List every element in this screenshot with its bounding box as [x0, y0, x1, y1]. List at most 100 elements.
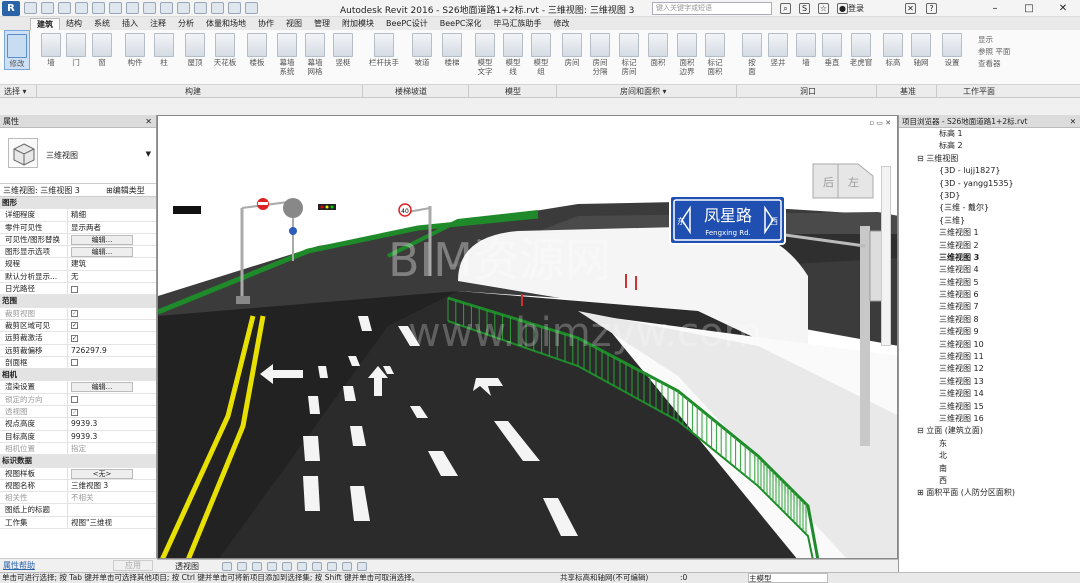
favorites-icon[interactable]: ☆ — [818, 3, 829, 14]
tab-1[interactable]: 结构 — [60, 18, 88, 30]
ribbon-tool-24[interactable]: 按 面 — [740, 30, 764, 76]
browser-item[interactable]: {3D} — [899, 190, 1080, 202]
view-mode-label[interactable]: 透视图 — [175, 561, 199, 572]
ribbon-tool-12[interactable]: 栏杆扶手 — [366, 30, 402, 67]
ribbon-tool-4[interactable]: 构件 — [122, 30, 148, 67]
detail-level-icon[interactable] — [222, 562, 232, 571]
properties-section[interactable]: 图形 — [0, 197, 156, 210]
ribbon-tool-1[interactable]: 墙 — [38, 30, 64, 67]
apply-button[interactable]: 应用 — [113, 560, 153, 571]
sun-path-icon[interactable] — [252, 562, 262, 571]
property-value[interactable]: 建筑 — [68, 258, 156, 269]
ribbon-tool-17[interactable]: 模型 组 — [528, 30, 554, 76]
browser-item[interactable]: {3D - yangg1535} — [899, 178, 1080, 190]
browser-item[interactable]: 三维视图 14 — [899, 388, 1080, 400]
property-checkbox[interactable] — [71, 359, 78, 367]
browser-item[interactable]: 东 — [899, 438, 1080, 450]
design-option-selector[interactable]: 主模型 — [748, 573, 828, 583]
edit-type-button[interactable]: ⊞编辑类型 — [106, 184, 156, 196]
ribbon-tool-25[interactable]: 竖井 — [766, 30, 790, 67]
save-icon[interactable] — [41, 2, 54, 14]
browser-item[interactable]: 三维视图 10 — [899, 339, 1080, 351]
undo-icon[interactable] — [75, 2, 88, 14]
ribbon-tool-5[interactable]: 柱 — [152, 30, 176, 67]
ribbon-tool-10[interactable]: 幕墙 网格 — [302, 30, 328, 76]
ribbon-tool-14[interactable]: 楼梯 — [438, 30, 466, 67]
open-icon[interactable] — [24, 2, 37, 14]
property-checkbox[interactable]: ✓ — [71, 310, 78, 318]
property-value[interactable]: 726297.9 — [68, 345, 156, 356]
browser-item[interactable]: 三维视图 9 — [899, 326, 1080, 338]
tab-8[interactable]: 视图 — [280, 18, 308, 30]
ribbon-tool-0[interactable]: 修改 — [4, 30, 30, 70]
user-icon[interactable]: ● — [837, 3, 848, 14]
property-checkbox[interactable]: ✓ — [71, 334, 78, 342]
ribbon-tool-23[interactable]: 标记 面积 — [702, 30, 728, 76]
browser-item[interactable]: 标高 2 — [899, 140, 1080, 152]
crop-icon[interactable] — [297, 562, 307, 571]
property-value[interactable]: 无 — [68, 271, 156, 282]
binoculars-icon[interactable]: ⌕ — [780, 3, 791, 14]
ribbon-tool-7[interactable]: 天花板 — [210, 30, 240, 67]
dimension-icon[interactable] — [143, 2, 156, 14]
navigation-bar[interactable] — [881, 166, 891, 346]
visual-style-icon[interactable] — [237, 562, 247, 571]
instance-selector[interactable]: 三维视图: 三维视图 3 — [0, 184, 106, 196]
ribbon-group-label[interactable]: 楼梯坡道 — [395, 86, 427, 97]
app-menu-button[interactable]: R — [2, 1, 20, 16]
browser-item[interactable]: 三维视图 5 — [899, 277, 1080, 289]
property-value[interactable]: 指定 — [68, 443, 156, 454]
ribbon-group-label[interactable]: 房间和面积 ▾ — [620, 86, 667, 97]
close-icon[interactable]: ✕ — [1046, 0, 1080, 17]
reveal-hidden-icon[interactable] — [357, 562, 367, 571]
ribbon-tool-2[interactable]: 门 — [64, 30, 88, 67]
browser-item[interactable]: 西 — [899, 475, 1080, 487]
ribbon-group-label[interactable]: 模型 — [505, 86, 521, 97]
ribbon-tool-30[interactable]: 轴网 — [908, 30, 934, 67]
tab-10[interactable]: 附加模块 — [336, 18, 380, 30]
sync-icon[interactable] — [58, 2, 71, 14]
browser-item[interactable]: 标高 1 — [899, 128, 1080, 140]
switch-windows-icon[interactable] — [245, 2, 258, 14]
property-edit-button[interactable]: 编辑... — [71, 234, 133, 245]
ribbon-tool-6[interactable]: 屋顶 — [182, 30, 208, 67]
browser-item[interactable]: 三维视图 1 — [899, 227, 1080, 239]
ribbon-tool-21[interactable]: 面积 — [646, 30, 670, 67]
close-hidden-icon[interactable] — [228, 2, 241, 14]
close-icon[interactable]: ✕ — [145, 115, 152, 128]
tab-2[interactable]: 系统 — [88, 18, 116, 30]
browser-item[interactable]: 三维视图 12 — [899, 363, 1080, 375]
browser-item[interactable]: 三维视图 15 — [899, 401, 1080, 413]
search-input[interactable]: 键入关键字或短语 — [652, 2, 772, 15]
viewcube[interactable]: 后 左 — [812, 163, 874, 199]
text-icon[interactable] — [160, 2, 173, 14]
property-value[interactable]: 不相关 — [68, 492, 156, 503]
print-icon[interactable] — [109, 2, 122, 14]
ribbon-tool-26[interactable]: 墙 — [794, 30, 818, 67]
measure-icon[interactable] — [126, 2, 139, 14]
browser-item[interactable]: 三维视图 4 — [899, 264, 1080, 276]
tab-4[interactable]: 注释 — [144, 18, 172, 30]
ribbon-tool-20[interactable]: 标记 房间 — [616, 30, 642, 76]
tab-12[interactable]: BeePC深化 — [434, 18, 488, 30]
browser-item[interactable]: 三维视图 8 — [899, 314, 1080, 326]
properties-help-link[interactable]: 属性帮助 — [3, 561, 35, 570]
property-checkbox[interactable] — [71, 285, 78, 293]
ribbon-tool-9[interactable]: 幕墙 系统 — [274, 30, 300, 76]
tab-0[interactable]: 建筑 — [30, 18, 60, 30]
ribbon-group-label[interactable]: 洞口 — [800, 86, 816, 97]
workset-selector[interactable]: 共享标高和轴网(不可编辑) — [560, 573, 648, 583]
ribbon-tool-15[interactable]: 模型 文字 — [472, 30, 498, 76]
browser-item[interactable]: ⊟ 立面 (建筑立面) — [899, 425, 1080, 437]
tab-3[interactable]: 插入 — [116, 18, 144, 30]
tab-6[interactable]: 体量和场地 — [200, 18, 252, 30]
ribbon-tool-3[interactable]: 窗 — [90, 30, 114, 67]
workplane-option-1[interactable]: 参照 平面 — [978, 46, 1010, 57]
3d-viewport[interactable]: 40 东 西 凤星路 Fengxing Rd. BIM资源网 www.bimzy… — [157, 115, 898, 559]
browser-item[interactable]: {三维 - 戴尔} — [899, 202, 1080, 214]
login-link[interactable]: 登录 — [848, 3, 864, 14]
ribbon-tool-22[interactable]: 面积 边界 — [674, 30, 700, 76]
ribbon-group-label[interactable]: 工作平面 — [963, 86, 995, 97]
show-crop-icon[interactable] — [312, 562, 322, 571]
property-value[interactable] — [68, 504, 156, 515]
